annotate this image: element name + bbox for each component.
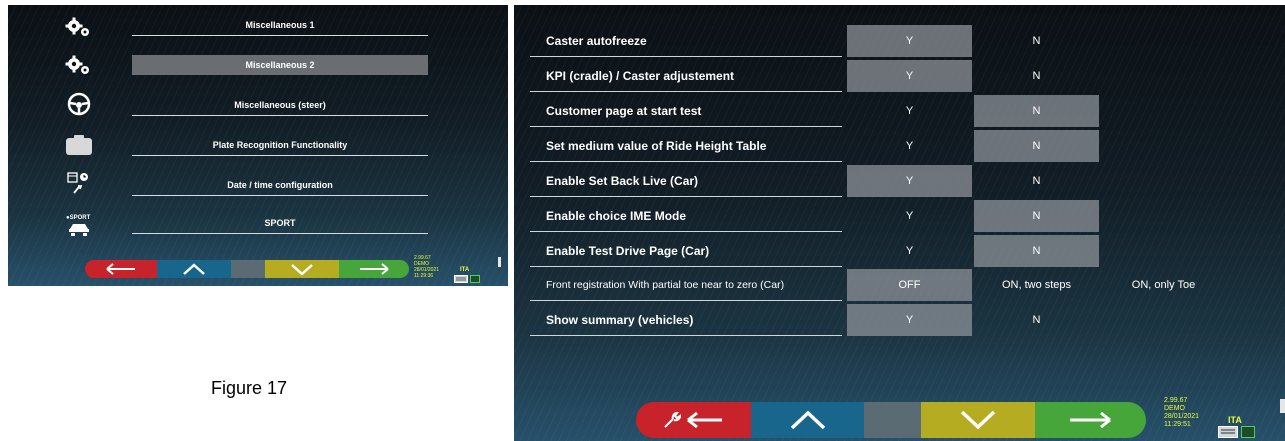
row-label: Enable Set Back Live (Car) (530, 165, 842, 197)
menu-item[interactable]: Plate Recognition Functionality (132, 135, 428, 156)
chevron-down-icon (291, 264, 313, 275)
chevron-down-icon (960, 410, 996, 430)
status-info: 2.99.67 DEMO 28/01/2021 11:29:51 (1164, 397, 1199, 429)
option-cell[interactable]: N (974, 235, 1099, 267)
middle-button[interactable] (231, 260, 265, 278)
row-label: Set medium value of Ride Height Table (530, 130, 842, 162)
nav-bar (636, 402, 1146, 438)
menu-item[interactable]: Miscellaneous 2 (132, 55, 428, 75)
chevron-up-icon (183, 263, 205, 275)
scroll-indicator[interactable] (1280, 399, 1285, 413)
option-cell[interactable]: Y (847, 25, 972, 57)
row-label: Customer page at start test (530, 95, 842, 127)
next-button[interactable] (339, 260, 409, 278)
arrow-left-icon (106, 263, 135, 275)
left-screen: Miscellaneous 1 Miscellaneous 2 Miscellane… (8, 5, 508, 286)
keyboard-icon[interactable] (1218, 426, 1238, 438)
option-cell[interactable]: Y (847, 130, 972, 162)
chevron-up-icon (790, 410, 825, 430)
option-cell[interactable]: Y (847, 200, 972, 232)
table-row: Show summary (vehicles) Y N (530, 304, 1230, 336)
table-row: Set medium value of Ride Height Table Y N (530, 130, 1230, 162)
steering-wheel-icon (64, 91, 94, 117)
menu-item[interactable]: Miscellaneous 1 (132, 15, 428, 36)
figure-caption: Figure 17 (211, 378, 288, 398)
option-cell[interactable]: Y (847, 95, 972, 127)
row-label: Show summary (vehicles) (530, 304, 842, 336)
table-row: Enable Test Drive Page (Car) Y N (530, 235, 1230, 267)
option-cell[interactable]: ON, only Toe (1101, 269, 1226, 301)
option-cell[interactable]: N (974, 165, 1099, 197)
network-icon[interactable] (1241, 426, 1255, 438)
network-icon[interactable] (470, 275, 480, 283)
svg-text:●SPORT: ●SPORT (66, 215, 91, 221)
down-button[interactable] (265, 260, 339, 278)
language-label[interactable]: ITA (460, 267, 469, 273)
gears-icon (64, 53, 94, 79)
option-cell[interactable]: N (974, 95, 1099, 127)
down-button[interactable] (921, 402, 1035, 438)
language-label[interactable]: ITA (1228, 415, 1242, 425)
date-text: 28/01/2021 (1164, 413, 1200, 420)
table-row: Front registration With partial toe near… (530, 269, 1230, 301)
menu-item[interactable]: Miscellaneous (steer) (132, 95, 428, 116)
camera-icon (64, 132, 94, 158)
right-screen: Caster autofreeze Y N KPI (cradle) / Caster… (514, 5, 1285, 441)
row-label: Front registration With partial toe near… (530, 269, 842, 301)
option-cell[interactable]: N (974, 130, 1099, 162)
table-row: Caster autofreeze Y N (530, 25, 1230, 57)
mode-text: DEMO (1164, 405, 1185, 412)
middle-button[interactable] (864, 402, 921, 438)
menu-item[interactable]: SPORT (132, 213, 428, 234)
arrow-right-icon (360, 263, 389, 275)
option-cell[interactable]: N (974, 60, 1099, 92)
option-cell[interactable]: N (974, 304, 1099, 336)
table-row: KPI (cradle) / Caster adjustement Y N (530, 60, 1230, 92)
option-cell[interactable]: ON, two steps (974, 269, 1099, 301)
up-button[interactable] (751, 402, 864, 438)
row-label: Enable choice IME Mode (530, 200, 842, 232)
wrench-icon (663, 411, 681, 428)
table-row: Customer page at start test Y N (530, 95, 1230, 127)
nav-bar (85, 260, 409, 278)
scroll-indicator[interactable] (498, 257, 501, 267)
next-button[interactable] (1035, 402, 1146, 438)
table-row: Enable choice IME Mode Y N (530, 200, 1230, 232)
option-cell[interactable]: Y (847, 165, 972, 197)
time-text: 11:29:51 (1164, 421, 1191, 428)
row-label: Enable Test Drive Page (Car) (530, 235, 842, 267)
option-cell[interactable]: N (974, 200, 1099, 232)
row-label: Caster autofreeze (530, 25, 842, 57)
keyboard-icon[interactable] (454, 275, 468, 283)
menu-item[interactable]: Date / time configuration (132, 175, 428, 196)
option-cell[interactable]: Y (847, 60, 972, 92)
gears-icon (64, 15, 94, 41)
calendar-clock-icon (64, 170, 94, 196)
table-row: Enable Set Back Live (Car) Y N (530, 165, 1230, 197)
back-button[interactable] (636, 402, 751, 438)
option-cell[interactable]: N (974, 25, 1099, 57)
arrow-left-icon (686, 411, 722, 429)
row-label: KPI (cradle) / Caster adjustement (530, 60, 842, 92)
option-cell[interactable]: Y (847, 235, 972, 267)
time-text: 11:29:36 (414, 273, 434, 279)
option-cell[interactable]: OFF (847, 269, 972, 301)
version-text: 2.99.67 (1164, 397, 1188, 404)
back-button[interactable] (85, 260, 157, 278)
arrow-right-icon (1069, 411, 1111, 429)
sport-car-icon: ●SPORT (64, 212, 94, 238)
up-button[interactable] (157, 260, 231, 278)
status-info: 2.99.67 DEMO 28/01/2021 11:29:36 (414, 255, 439, 279)
option-cell[interactable]: Y (847, 304, 972, 336)
